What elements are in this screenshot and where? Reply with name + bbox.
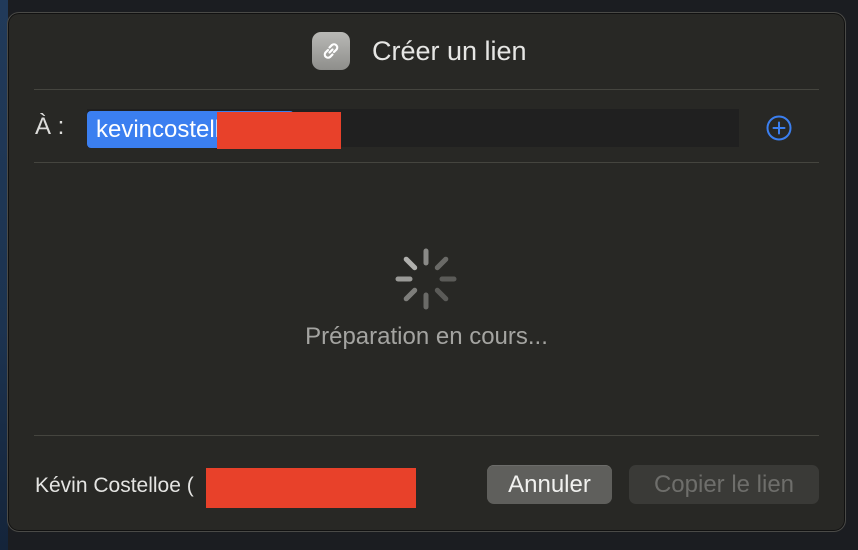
redaction-box	[206, 468, 416, 508]
dialog-title: Créer un lien	[372, 36, 527, 66]
recipient-input[interactable]: kevincostelloe@a	[87, 109, 739, 148]
recipient-label: À :	[35, 113, 65, 140]
recipient-row: À : kevincostelloe@a	[8, 103, 845, 163]
dialog-footer: Kévin Costelloe ( Annuler Copier le lien	[8, 453, 845, 523]
add-recipient-button[interactable]	[765, 114, 793, 142]
divider	[34, 89, 819, 90]
create-link-dialog: Créer un lien À : kevincostelloe@a Prépa…	[7, 12, 846, 532]
cancel-button[interactable]: Annuler	[487, 465, 612, 504]
sender-name: Kévin Costelloe (	[35, 474, 194, 497]
redaction-box	[217, 112, 341, 149]
copy-link-button[interactable]: Copier le lien	[629, 465, 819, 504]
status-message: Préparation en cours...	[305, 323, 548, 350]
divider	[34, 162, 819, 163]
dialog-titlebar: Créer un lien	[8, 13, 845, 89]
plus-circle-icon	[766, 115, 792, 141]
link-icon	[312, 32, 350, 70]
divider	[34, 435, 819, 436]
activity-spinner-icon	[395, 248, 457, 310]
